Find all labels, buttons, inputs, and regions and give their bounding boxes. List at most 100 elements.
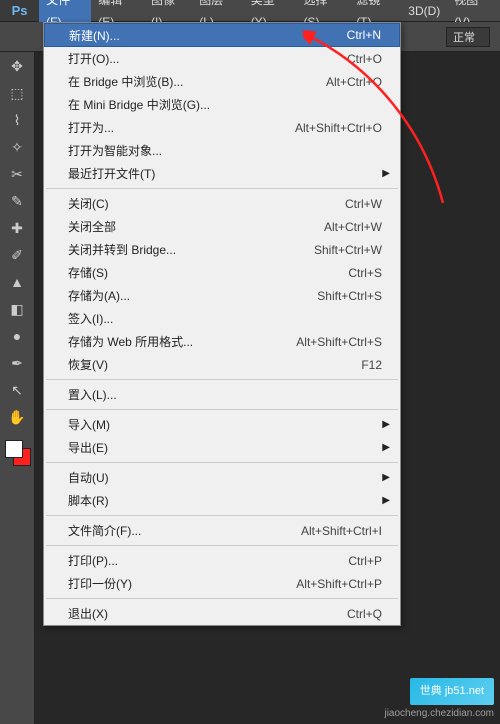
menu-item-3[interactable]: 在 Mini Bridge 中浏览(G)...: [44, 93, 400, 116]
menu-item-label: 在 Mini Bridge 中浏览(G)...: [68, 96, 382, 113]
brush-tool[interactable]: ✐: [4, 243, 31, 267]
submenu-arrow-icon: ▶: [382, 472, 390, 483]
menu-item-label: 脚本(R): [68, 492, 382, 509]
menu-item-label: 退出(X): [68, 605, 347, 622]
menu-item-label: 关闭并转到 Bridge...: [68, 241, 314, 258]
menu-item-shortcut: Alt+Ctrl+O: [326, 75, 382, 89]
blur-tool[interactable]: ●: [4, 324, 31, 348]
menu-item-shortcut: Ctrl+W: [345, 197, 382, 211]
menu-item-shortcut: Ctrl+Q: [347, 607, 382, 621]
menu-item-28[interactable]: 打印一份(Y)Alt+Shift+Ctrl+P: [44, 572, 400, 595]
foreground-swatch[interactable]: [5, 440, 23, 458]
menu-item-shortcut: Alt+Shift+Ctrl+O: [295, 121, 382, 135]
menu-item-label: 新建(N)...: [69, 27, 347, 44]
path-select-tool[interactable]: ↖: [4, 378, 31, 402]
menu-item-12[interactable]: 存储为(A)...Shift+Ctrl+S: [44, 284, 400, 307]
menu-item-30[interactable]: 退出(X)Ctrl+Q: [44, 602, 400, 625]
watermark-url: jiaocheng.chezidian.com: [384, 707, 494, 721]
menu-item-shortcut: Ctrl+N: [347, 28, 381, 42]
menubar: 文件(F)编辑(E)图像(I)图层(L)类型(Y)选择(S)滤镜(T)3D(D)…: [39, 0, 500, 21]
app-logo: Ps: [0, 0, 39, 21]
menu-item-shortcut: Alt+Shift+Ctrl+P: [296, 577, 382, 591]
menu-item-23[interactable]: 脚本(R)▶: [44, 489, 400, 512]
menu-item-label: 关闭(C): [68, 195, 345, 212]
menu-item-4[interactable]: 打开为...Alt+Shift+Ctrl+O: [44, 116, 400, 139]
menu-item-shortcut: Shift+Ctrl+W: [314, 243, 382, 257]
color-swatches[interactable]: [3, 438, 31, 466]
eraser-tool[interactable]: ◧: [4, 297, 31, 321]
menu-separator: [46, 188, 398, 189]
menu-item-27[interactable]: 打印(P)...Ctrl+P: [44, 549, 400, 572]
menu-item-15[interactable]: 恢复(V)F12: [44, 353, 400, 376]
menu-item-label: 打开为智能对象...: [68, 142, 382, 159]
watermark: 世典 jb51.net jiaocheng.chezidian.com: [384, 678, 494, 720]
menu-separator: [46, 515, 398, 516]
submenu-arrow-icon: ▶: [382, 495, 390, 506]
menu-item-9[interactable]: 关闭全部Alt+Ctrl+W: [44, 215, 400, 238]
marquee-tool[interactable]: ⬚: [4, 81, 31, 105]
menu-item-label: 打开(O)...: [68, 50, 347, 67]
menu-item-label: 打印(P)...: [68, 552, 348, 569]
menu-separator: [46, 409, 398, 410]
menu-item-label: 签入(I)...: [68, 310, 382, 327]
watermark-site: 世典 jb51.net: [410, 678, 494, 705]
blend-mode-select[interactable]: 正常: [446, 27, 490, 47]
menu-item-label: 在 Bridge 中浏览(B)...: [68, 73, 326, 90]
crop-tool[interactable]: ✂: [4, 162, 31, 186]
menu-item-8[interactable]: 关闭(C)Ctrl+W: [44, 192, 400, 215]
eyedropper-tool[interactable]: ✎: [4, 189, 31, 213]
menu-item-2[interactable]: 在 Bridge 中浏览(B)...Alt+Ctrl+O: [44, 70, 400, 93]
move-tool[interactable]: ✥: [4, 54, 31, 78]
menu-item-shortcut: Ctrl+O: [347, 52, 382, 66]
menu-item-19[interactable]: 导入(M)▶: [44, 413, 400, 436]
menu-item-0[interactable]: 新建(N)...Ctrl+N: [44, 23, 400, 47]
menu-item-5[interactable]: 打开为智能对象...: [44, 139, 400, 162]
lasso-tool[interactable]: ⌇: [4, 108, 31, 132]
file-menu-dropdown: 新建(N)...Ctrl+N打开(O)...Ctrl+O在 Bridge 中浏览…: [43, 22, 401, 626]
menu-item-label: 自动(U): [68, 469, 382, 486]
menu-item-label: 最近打开文件(T): [68, 165, 382, 182]
menu-item-label: 恢复(V): [68, 356, 361, 373]
menu-item-label: 存储(S): [68, 264, 348, 281]
menu-item-14[interactable]: 存储为 Web 所用格式...Alt+Shift+Ctrl+S: [44, 330, 400, 353]
menu-item-25[interactable]: 文件简介(F)...Alt+Shift+Ctrl+I: [44, 519, 400, 542]
menu-item-11[interactable]: 存储(S)Ctrl+S: [44, 261, 400, 284]
menu-item-shortcut: Alt+Ctrl+W: [324, 220, 382, 234]
menu-item-1[interactable]: 打开(O)...Ctrl+O: [44, 47, 400, 70]
menu-item-label: 打开为...: [68, 119, 295, 136]
menu-item-label: 置入(L)...: [68, 386, 382, 403]
menu-item-label: 存储为 Web 所用格式...: [68, 333, 296, 350]
menu-item-10[interactable]: 关闭并转到 Bridge...Shift+Ctrl+W: [44, 238, 400, 261]
menu-item-shortcut: Alt+Shift+Ctrl+S: [296, 335, 382, 349]
menu-item-17[interactable]: 置入(L)...: [44, 383, 400, 406]
menu-item-label: 存储为(A)...: [68, 287, 317, 304]
submenu-arrow-icon: ▶: [382, 442, 390, 453]
healing-brush-tool[interactable]: ✚: [4, 216, 31, 240]
menu-item-13[interactable]: 签入(I)...: [44, 307, 400, 330]
menu-item-6[interactable]: 最近打开文件(T)▶: [44, 162, 400, 185]
menu-item-label: 导出(E): [68, 439, 382, 456]
menu-separator: [46, 379, 398, 380]
menu-separator: [46, 598, 398, 599]
stamp-tool[interactable]: ▲: [4, 270, 31, 294]
magic-wand-tool[interactable]: ✧: [4, 135, 31, 159]
pen-tool[interactable]: ✒: [4, 351, 31, 375]
hand-tool[interactable]: ✋: [4, 405, 31, 429]
menu-item-20[interactable]: 导出(E)▶: [44, 436, 400, 459]
menu-item-label: 打印一份(Y): [68, 575, 296, 592]
submenu-arrow-icon: ▶: [382, 419, 390, 430]
menu-item-shortcut: Alt+Shift+Ctrl+I: [301, 524, 382, 538]
menu-item-label: 导入(M): [68, 416, 382, 433]
menu-item-label: 关闭全部: [68, 218, 324, 235]
menu-separator: [46, 462, 398, 463]
menu-item-label: 文件简介(F)...: [68, 522, 301, 539]
menu-item-shortcut: Ctrl+S: [348, 266, 382, 280]
menu-7[interactable]: 3D(D): [401, 0, 447, 22]
menu-item-shortcut: F12: [361, 358, 382, 372]
menu-item-shortcut: Shift+Ctrl+S: [317, 289, 382, 303]
menu-separator: [46, 545, 398, 546]
menu-item-shortcut: Ctrl+P: [348, 554, 382, 568]
submenu-arrow-icon: ▶: [382, 168, 390, 179]
blend-mode-label: 正常: [453, 32, 475, 44]
menu-item-22[interactable]: 自动(U)▶: [44, 466, 400, 489]
